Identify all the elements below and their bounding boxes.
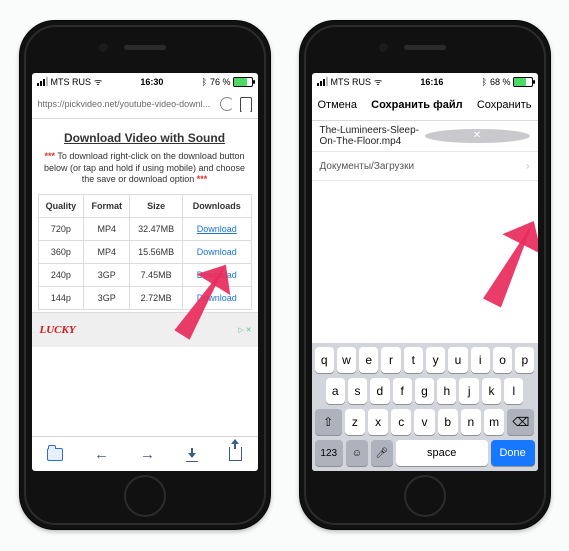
back-icon[interactable]: ←: [94, 446, 109, 463]
key[interactable]: s: [348, 378, 367, 404]
carrier: MTS RUS: [331, 77, 372, 87]
keyboard-row: qwertyuiop: [315, 347, 535, 373]
key[interactable]: p: [515, 347, 534, 373]
key[interactable]: z: [345, 409, 365, 435]
filename-text: The-Lumineers-Sleep-On-The-Floor.mp4: [320, 125, 425, 147]
carrier: MTS RUS: [51, 77, 92, 87]
keyboard: qwertyuiop asdfghjkl ⇧ zxcvbnm⌫ 123 ☺ 🎤︎…: [312, 343, 538, 471]
bluetooth-icon: ᛒ: [202, 77, 207, 87]
emoji-key[interactable]: ☺: [346, 440, 368, 466]
location-text: Документы/Загрузки: [320, 161, 415, 172]
signal-icon: [37, 77, 48, 86]
key[interactable]: o: [493, 347, 512, 373]
reload-icon[interactable]: [220, 97, 234, 111]
space-key[interactable]: space: [396, 440, 488, 466]
battery-pct: 68 %: [490, 77, 511, 87]
numeric-key[interactable]: 123: [315, 440, 343, 466]
bottom-toolbar: ← →: [32, 436, 258, 471]
share-icon[interactable]: [229, 447, 242, 461]
key[interactable]: u: [448, 347, 467, 373]
bookmark-icon[interactable]: [240, 97, 252, 112]
home-button[interactable]: [404, 475, 446, 517]
key[interactable]: q: [315, 347, 334, 373]
key[interactable]: y: [426, 347, 445, 373]
files-icon[interactable]: [47, 448, 63, 461]
shift-key[interactable]: ⇧: [315, 409, 342, 435]
screen-left: MTS RUS ᯤ 16:30 ᛒ 76 % https://pickvideo…: [32, 73, 258, 471]
keyboard-row: ⇧ zxcvbnm⌫: [315, 409, 535, 435]
backspace-key[interactable]: ⌫: [507, 409, 534, 435]
key[interactable]: i: [471, 347, 490, 373]
status-bar: MTS RUS ᯤ 16:30 ᛒ 76 %: [32, 73, 258, 90]
key[interactable]: x: [368, 409, 388, 435]
key[interactable]: v: [414, 409, 434, 435]
cancel-button[interactable]: Отмена: [318, 99, 357, 111]
key[interactable]: g: [415, 378, 434, 404]
key[interactable]: e: [359, 347, 378, 373]
clear-icon[interactable]: ✕: [425, 129, 530, 143]
download-link[interactable]: Download: [183, 218, 251, 241]
chevron-right-icon: ›: [526, 161, 529, 172]
home-button[interactable]: [124, 475, 166, 517]
key[interactable]: t: [404, 347, 423, 373]
speaker: [404, 45, 446, 50]
phone-left: MTS RUS ᯤ 16:30 ᛒ 76 % https://pickvideo…: [19, 20, 271, 530]
save-dialog-nav: Отмена Сохранить файл Сохранить: [312, 90, 538, 121]
page-title: Download Video with Sound: [38, 131, 252, 145]
table-header-row: Quality Format Size Downloads: [38, 195, 251, 218]
screen-right: MTS RUS ᯤ 16:16 ᛒ 68 % Отмена Сохранить …: [312, 73, 538, 471]
signal-icon: [317, 77, 328, 86]
bluetooth-icon: ᛒ: [482, 77, 487, 87]
key[interactable]: j: [459, 378, 478, 404]
done-key[interactable]: Done: [491, 440, 535, 466]
key[interactable]: c: [391, 409, 411, 435]
location-row[interactable]: Документы/Загрузки ›: [312, 152, 538, 181]
clock: 16:16: [382, 77, 481, 87]
ad-banner[interactable]: LUCKY ✕: [32, 312, 258, 347]
adchoices-icon[interactable]: ✕: [238, 326, 251, 334]
key[interactable]: b: [438, 409, 458, 435]
dialog-title: Сохранить файл: [371, 99, 462, 111]
key[interactable]: a: [326, 378, 345, 404]
key[interactable]: l: [504, 378, 523, 404]
status-bar: MTS RUS ᯤ 16:16 ᛒ 68 %: [312, 73, 538, 90]
camera: [99, 43, 108, 52]
key[interactable]: h: [437, 378, 456, 404]
mic-key[interactable]: 🎤︎: [371, 440, 393, 466]
camera: [379, 43, 388, 52]
speaker: [124, 45, 166, 50]
battery-pct: 76 %: [210, 77, 231, 87]
note-text: *** To download right-click on the downl…: [40, 151, 250, 186]
wifi-icon: ᯤ: [374, 75, 382, 88]
clock: 16:30: [102, 77, 201, 87]
keyboard-row: asdfghjkl: [315, 378, 535, 404]
wifi-icon: ᯤ: [94, 75, 102, 88]
forward-icon[interactable]: →: [140, 446, 155, 463]
key[interactable]: f: [393, 378, 412, 404]
url-bar[interactable]: https://pickvideo.net/youtube-video-down…: [32, 90, 258, 119]
url-text: https://pickvideo.net/youtube-video-down…: [38, 99, 214, 109]
key[interactable]: d: [370, 378, 389, 404]
key[interactable]: r: [381, 347, 400, 373]
key[interactable]: n: [461, 409, 481, 435]
save-button[interactable]: Сохранить: [477, 99, 532, 111]
battery-icon: [513, 77, 533, 87]
download-icon[interactable]: [186, 448, 198, 460]
keyboard-row: 123 ☺ 🎤︎ space Done: [315, 440, 535, 466]
filename-field[interactable]: The-Lumineers-Sleep-On-The-Floor.mp4 ✕: [312, 121, 538, 152]
key[interactable]: m: [484, 409, 504, 435]
key[interactable]: k: [482, 378, 501, 404]
phone-right: MTS RUS ᯤ 16:16 ᛒ 68 % Отмена Сохранить …: [299, 20, 551, 530]
key[interactable]: w: [337, 347, 356, 373]
battery-icon: [233, 77, 253, 87]
ad-label: LUCKY: [40, 324, 76, 336]
